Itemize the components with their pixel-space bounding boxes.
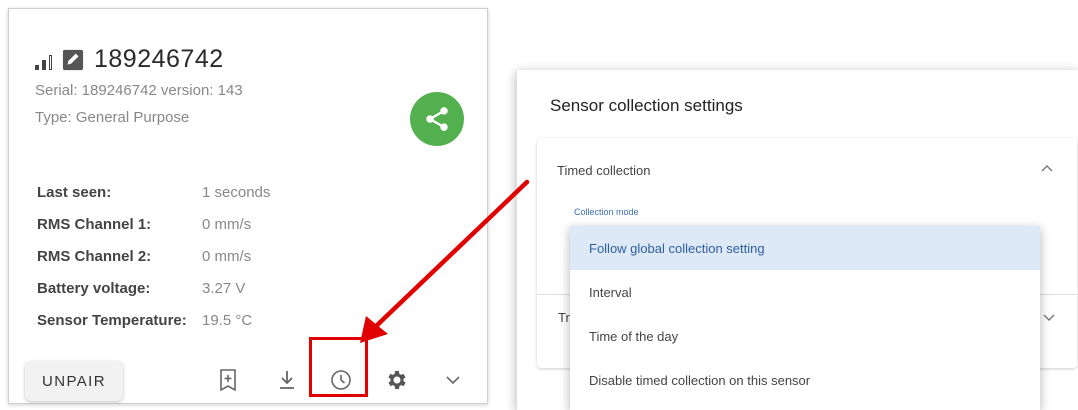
unpair-button[interactable]: UNPAIR xyxy=(25,361,123,401)
edit-icon[interactable] xyxy=(62,49,84,71)
expand-button[interactable] xyxy=(439,366,467,394)
download-button[interactable] xyxy=(273,366,301,394)
sensor-card: 189246742 Serial: 189246742 version: 143… xyxy=(8,8,488,404)
stat-row: Sensor Temperature: 19.5 °C xyxy=(37,304,270,336)
chevron-down-icon[interactable] xyxy=(1043,314,1055,322)
stat-value: 3.27 V xyxy=(202,279,246,297)
trigger-section-header[interactable]: Tr xyxy=(558,310,570,325)
stat-label: RMS Channel 1: xyxy=(37,215,152,233)
dialog-title: Sensor collection settings xyxy=(550,96,743,115)
clock-highlight-box xyxy=(309,337,368,397)
bookmark-add-icon xyxy=(220,369,236,391)
download-icon xyxy=(280,371,294,389)
stat-row: Last seen: 1 seconds xyxy=(37,176,270,208)
chevron-up-icon[interactable] xyxy=(1041,164,1053,172)
stat-label: Last seen: xyxy=(37,183,112,201)
stat-label: RMS Channel 2: xyxy=(37,247,152,265)
sensor-id-title: 189246742 xyxy=(94,45,224,73)
stat-value: 0 mm/s xyxy=(202,247,252,265)
stat-value: 19.5 °C xyxy=(202,311,253,329)
stats-list: Last seen: 1 seconds RMS Channel 1: 0 mm/s… xyxy=(37,176,270,336)
stat-label: Sensor Temperature: xyxy=(37,311,187,329)
option-interval[interactable]: Interval xyxy=(570,270,1040,314)
stat-row: RMS Channel 1: 0 mm/s xyxy=(37,208,270,240)
option-follow-global[interactable]: Follow global collection setting xyxy=(570,226,1040,270)
stat-value: 1 seconds xyxy=(202,183,271,201)
type-text: Type: General Purpose xyxy=(35,109,190,126)
chevron-down-icon xyxy=(446,376,460,385)
share-button[interactable] xyxy=(410,92,464,146)
gear-icon xyxy=(388,371,406,389)
bookmark-add-button[interactable] xyxy=(214,366,242,394)
stat-row: RMS Channel 2: 0 mm/s xyxy=(37,240,270,272)
timed-collection-header[interactable]: Timed collection xyxy=(557,163,650,178)
stat-row: Battery voltage: 3.27 V xyxy=(37,272,270,304)
serial-text: Serial: 189246742 version: 143 xyxy=(35,82,243,99)
stat-value: 0 mm/s xyxy=(202,215,252,233)
option-disable-timed[interactable]: Disable timed collection on this sensor xyxy=(570,358,1040,402)
share-icon xyxy=(426,107,448,131)
card-header: 189246742 xyxy=(35,45,224,74)
collection-mode-label: Collection mode xyxy=(574,207,639,217)
signal-icon xyxy=(35,50,52,70)
option-time-of-day[interactable]: Time of the day xyxy=(570,314,1040,358)
settings-button[interactable] xyxy=(382,366,410,394)
stat-label: Battery voltage: xyxy=(37,279,151,297)
collection-mode-dropdown: Follow global collection setting Interva… xyxy=(570,226,1040,410)
